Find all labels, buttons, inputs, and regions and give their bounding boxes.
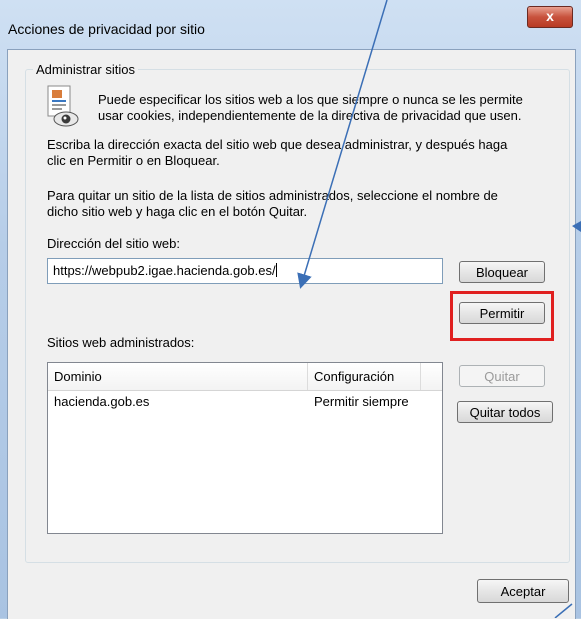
allow-button[interactable]: Permitir xyxy=(459,302,545,324)
managed-sites-list[interactable]: Dominio Configuración hacienda.gob.es Pe… xyxy=(47,362,443,534)
address-label: Dirección del sitio web: xyxy=(47,236,180,251)
privacy-document-icon xyxy=(47,85,79,127)
remove-all-button[interactable]: Quitar todos xyxy=(457,401,553,423)
remove-instruction-line2: dicho sitio web y haga clic en el botón … xyxy=(47,204,308,219)
close-button[interactable]: x xyxy=(527,6,573,28)
group-legend: Administrar sitios xyxy=(33,62,138,77)
remove-instruction-line1: Para quitar un sitio de la lista de siti… xyxy=(47,188,498,203)
site-address-input[interactable]: https://webpub2.igae.hacienda.gob.es/ xyxy=(47,258,443,284)
list-header: Dominio Configuración xyxy=(48,363,442,391)
site-address-value: https://webpub2.igae.hacienda.gob.es/ xyxy=(53,263,276,278)
intro-text-line1: Puede especificar los sitios web a los q… xyxy=(98,92,523,107)
column-header-domain[interactable]: Dominio xyxy=(48,363,308,390)
text-caret xyxy=(275,263,277,277)
title-bar[interactable]: Acciones de privacidad por sitio x xyxy=(0,0,581,48)
window-title: Acciones de privacidad por sitio xyxy=(8,21,205,37)
remove-button[interactable]: Quitar xyxy=(459,365,545,387)
managed-sites-label: Sitios web administrados: xyxy=(47,335,195,350)
instruction-text-line1: Escriba la dirección exacta del sitio we… xyxy=(47,137,508,152)
intro-text-line2: usar cookies, independientemente de la d… xyxy=(98,108,522,123)
privacy-dialog-window: Acciones de privacidad por sitio x Admin… xyxy=(0,0,581,619)
column-header-setting[interactable]: Configuración xyxy=(308,363,421,390)
column-header-filler xyxy=(421,363,442,390)
block-button[interactable]: Bloquear xyxy=(459,261,545,283)
list-item[interactable]: hacienda.gob.es Permitir siempre xyxy=(48,393,442,411)
instruction-text-line2: clic en Permitir o en Bloquear. xyxy=(47,153,220,168)
row-setting: Permitir siempre xyxy=(314,394,409,409)
row-domain: hacienda.gob.es xyxy=(54,394,150,409)
ok-button[interactable]: Aceptar xyxy=(477,579,569,603)
